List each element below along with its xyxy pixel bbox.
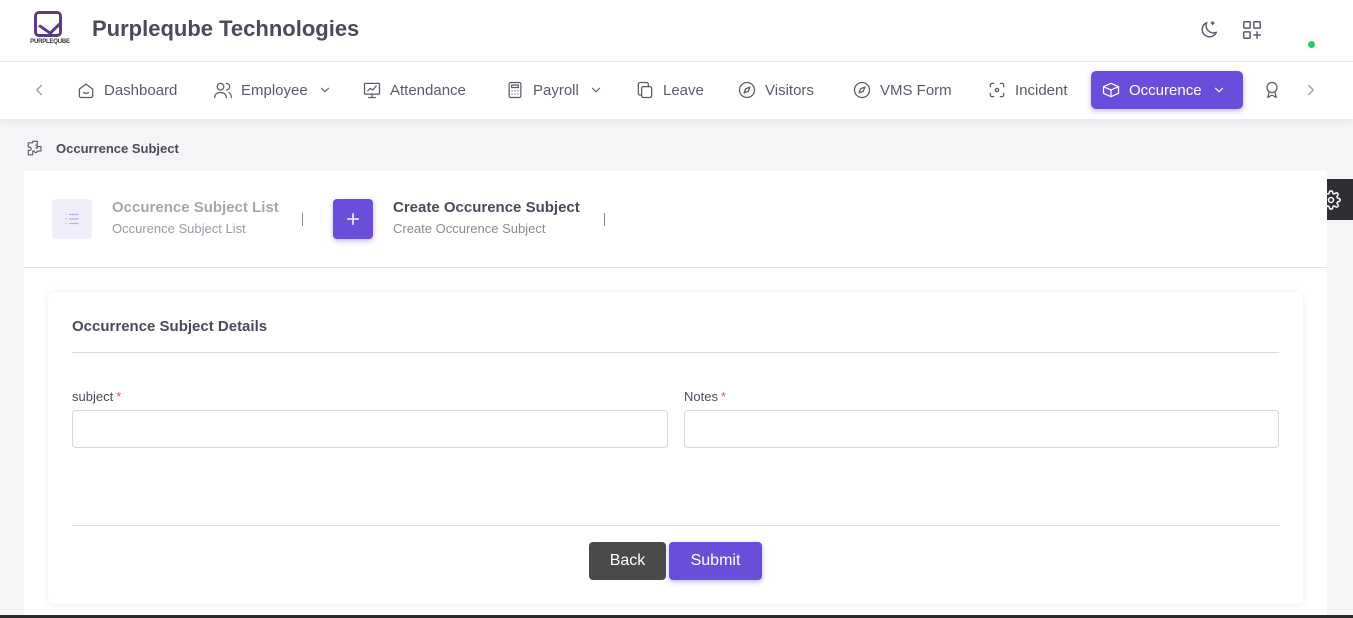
form-divider bbox=[72, 352, 1279, 353]
step-list-subtitle: Occurence Subject List bbox=[112, 221, 246, 236]
subject-label-text: subject bbox=[72, 389, 114, 404]
main-card: Occurence Subject List Occurence Subject… bbox=[24, 171, 1327, 618]
nav-label: Incident bbox=[1015, 81, 1068, 99]
nav-item-occurence[interactable]: Occurence bbox=[1091, 71, 1243, 109]
nav-label: Attendance bbox=[390, 81, 466, 99]
copy-icon bbox=[637, 81, 653, 99]
step-separator bbox=[302, 213, 303, 226]
nav-item-employee[interactable]: Employee bbox=[203, 71, 342, 109]
wizard-steps: Occurence Subject List Occurence Subject… bbox=[24, 171, 1327, 268]
submit-button[interactable]: Submit bbox=[669, 542, 762, 580]
top-header: PURPLEQUBE Purpleqube Technologies bbox=[0, 0, 1353, 62]
nav-label: Occurence bbox=[1129, 81, 1202, 99]
chart-icon bbox=[363, 82, 381, 99]
nav-item-vms-form[interactable]: VMS Form bbox=[842, 71, 962, 109]
notes-input[interactable] bbox=[684, 410, 1279, 448]
breadcrumb: Occurrence Subject bbox=[26, 139, 179, 157]
chevron-down-icon bbox=[320, 87, 329, 93]
nav-label: Visitors bbox=[765, 81, 814, 99]
back-button[interactable]: Back bbox=[589, 542, 666, 580]
nav-item-award[interactable] bbox=[1252, 71, 1292, 109]
nav-label: Dashboard bbox=[104, 81, 178, 99]
moon-icon[interactable] bbox=[1198, 19, 1220, 41]
nav-scroll-left-icon[interactable] bbox=[30, 81, 48, 99]
nav-label: Payroll bbox=[533, 81, 579, 99]
page-title: Occurrence Subject bbox=[56, 140, 179, 156]
step-create-button[interactable] bbox=[333, 199, 373, 239]
nav-label: Leave bbox=[663, 81, 704, 99]
logo-text: PURPLEQUBE bbox=[30, 39, 70, 45]
nav-scroll-right-icon[interactable] bbox=[1302, 81, 1320, 99]
box-icon bbox=[1102, 82, 1120, 98]
step-list-button[interactable] bbox=[52, 199, 92, 239]
nav-item-payroll[interactable]: Payroll bbox=[495, 71, 613, 109]
users-icon bbox=[214, 82, 232, 99]
step-separator bbox=[604, 213, 605, 226]
apps-add-icon[interactable] bbox=[1241, 19, 1263, 41]
main-nav: Dashboard Employee Attendance Payroll Le… bbox=[0, 62, 1353, 119]
form-footer-divider bbox=[72, 525, 1279, 526]
compass-icon bbox=[853, 81, 871, 99]
award-icon bbox=[1266, 81, 1278, 99]
compass-icon bbox=[738, 81, 756, 99]
required-mark: * bbox=[116, 389, 122, 404]
chevron-down-icon bbox=[1214, 87, 1223, 93]
company-logo[interactable]: PURPLEQUBE bbox=[30, 10, 70, 50]
focus-icon bbox=[989, 82, 1005, 98]
company-name: Purpleqube Technologies bbox=[92, 16, 360, 41]
logo-mark-icon bbox=[34, 11, 62, 37]
subject-label: subject * bbox=[72, 389, 121, 404]
nav-item-incident[interactable]: Incident bbox=[977, 71, 1078, 109]
step-create-title[interactable]: Create Occurence Subject bbox=[393, 199, 580, 216]
puzzle-icon bbox=[27, 140, 42, 156]
nav-item-visitors[interactable]: Visitors bbox=[727, 71, 824, 109]
nav-item-dashboard[interactable]: Dashboard bbox=[66, 71, 187, 109]
step-list-title[interactable]: Occurence Subject List bbox=[112, 199, 279, 216]
nav-item-attendance[interactable]: Attendance bbox=[352, 71, 476, 109]
step-create-subtitle: Create Occurence Subject bbox=[393, 221, 546, 236]
subject-input[interactable] bbox=[72, 410, 668, 448]
list-icon bbox=[65, 213, 79, 225]
home-icon bbox=[78, 83, 94, 99]
nav-item-leave[interactable]: Leave bbox=[625, 71, 714, 109]
plus-icon bbox=[347, 213, 359, 225]
chevron-down-icon bbox=[591, 87, 600, 93]
nav-label: VMS Form bbox=[880, 81, 952, 99]
form-title: Occurrence Subject Details bbox=[72, 318, 268, 335]
nav-label: Employee bbox=[241, 81, 308, 99]
calculator-icon bbox=[508, 81, 522, 99]
required-mark: * bbox=[720, 389, 727, 404]
status-dot bbox=[1308, 41, 1315, 48]
notes-label: Notes * bbox=[684, 389, 726, 404]
notes-label-text: Notes bbox=[684, 389, 718, 404]
form-panel: Occurrence Subject Details subject * Note… bbox=[48, 292, 1303, 604]
